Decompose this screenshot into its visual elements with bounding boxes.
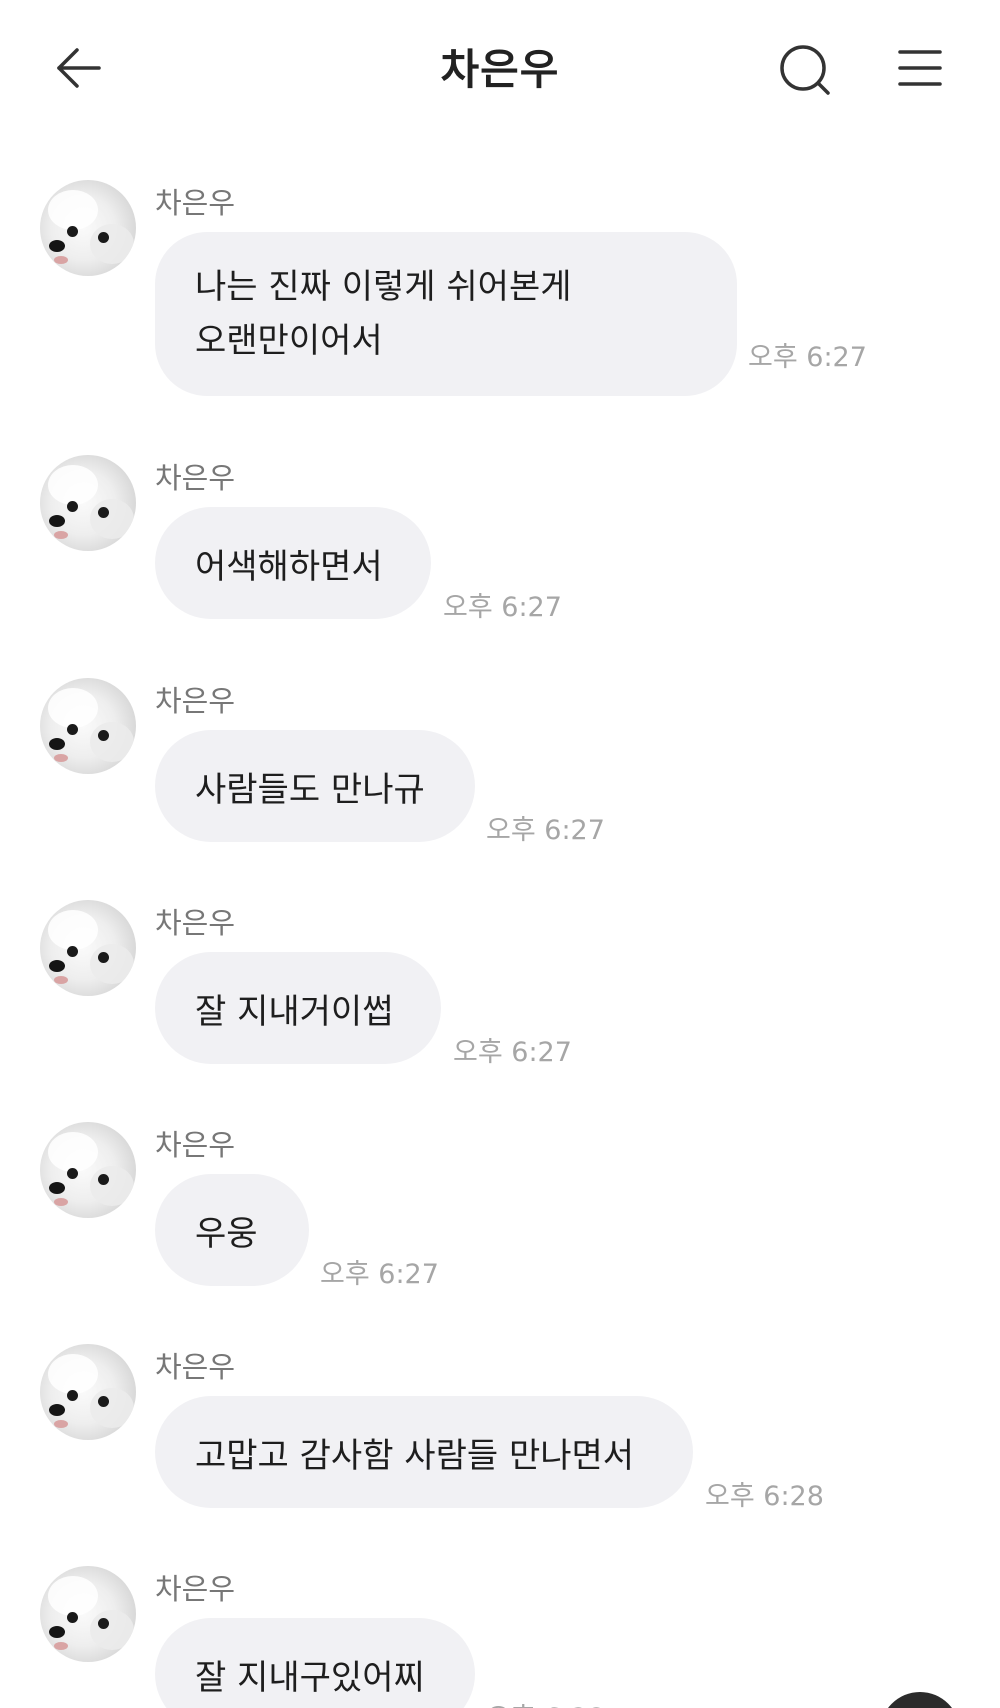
message-time: 오후 6:28 [486, 1696, 605, 1708]
message-text: 어색해하면서 [195, 546, 383, 587]
message-item: 차은우 사람들도 만나규 오후 6:27 [0, 658, 1000, 868]
message-text-line: 나는 진짜 이렇게 쉬어본게 [195, 267, 572, 307]
sender-name: 차은우 [155, 1350, 236, 1384]
sender-name: 차은우 [155, 1572, 236, 1606]
message-text: 고맙고 감사함 사람들 만나면서 [195, 1435, 635, 1476]
sender-name: 차은우 [155, 906, 236, 940]
sender-name: 차은우 [155, 1128, 236, 1162]
message-bubble[interactable]: 우웅 [155, 1174, 309, 1286]
message-time: 오후 6:27 [443, 592, 562, 623]
sender-avatar[interactable] [40, 1122, 136, 1218]
message-item: 차은우 나는 진짜 이렇게 쉬어본게 오랜만이어서 오후 6:27 [0, 160, 1000, 396]
message-bubble[interactable]: 어색해하면서 [155, 507, 431, 619]
sender-avatar[interactable] [40, 455, 136, 551]
message-item: 차은우 어색해하면서 오후 6:27 [0, 435, 1000, 645]
message-text: 잘 지내구있어찌 [195, 1657, 425, 1698]
message-text: 사람들도 만나규 [195, 769, 425, 810]
message-bubble[interactable]: 고맙고 감사함 사람들 만나면서 [155, 1396, 693, 1508]
search-button[interactable] [765, 30, 845, 110]
message-item: 차은우 잘 지내구있어찌 오후 6:28 [0, 1546, 1000, 1708]
message-bubble[interactable]: 나는 진짜 이렇게 쉬어본게 오랜만이어서 [155, 232, 737, 396]
message-time: 오후 6:28 [705, 1481, 824, 1512]
message-list[interactable]: 차은우 나는 진짜 이렇게 쉬어본게 오랜만이어서 오후 6:27 차은우 어색… [0, 140, 1000, 1708]
chat-header: 차은우 [0, 0, 1000, 140]
message-bubble[interactable]: 잘 지내거이썹 [155, 952, 441, 1064]
chat-screen: 차은우 차은우 나는 진짜 이렇게 쉬어본게 오랜만이어서 오후 6:27 차은… [0, 0, 1000, 1708]
search-icon [780, 45, 830, 95]
message-text: 잘 지내거이썹 [195, 991, 394, 1032]
message-time: 오후 6:27 [486, 815, 605, 846]
message-bubble[interactable]: 사람들도 만나규 [155, 730, 475, 842]
chat-title: 차은우 [440, 45, 560, 94]
hamburger-menu-icon [898, 50, 942, 86]
sender-avatar[interactable] [40, 900, 136, 996]
message-time: 오후 6:27 [748, 342, 867, 373]
message-item: 차은우 고맙고 감사함 사람들 만나면서 오후 6:28 [0, 1324, 1000, 1534]
sender-name: 차은우 [155, 684, 236, 718]
message-bubble[interactable]: 잘 지내구있어찌 [155, 1618, 475, 1708]
message-time: 오후 6:27 [320, 1259, 439, 1290]
sender-name: 차은우 [155, 461, 236, 495]
menu-button[interactable] [880, 28, 960, 108]
sender-avatar[interactable] [40, 1344, 136, 1440]
sender-name: 차은우 [155, 186, 236, 220]
message-time: 오후 6:27 [453, 1037, 572, 1068]
sender-avatar[interactable] [40, 1566, 136, 1662]
message-item: 차은우 잘 지내거이썹 오후 6:27 [0, 880, 1000, 1090]
sender-avatar[interactable] [40, 180, 136, 276]
message-text: 우웅 [195, 1213, 258, 1254]
sender-avatar[interactable] [40, 678, 136, 774]
arrow-left-icon [57, 48, 101, 88]
message-item: 차은우 우웅 오후 6:27 [0, 1102, 1000, 1312]
back-button[interactable] [38, 28, 118, 108]
message-text-line: 오랜만이어서 [195, 321, 383, 361]
